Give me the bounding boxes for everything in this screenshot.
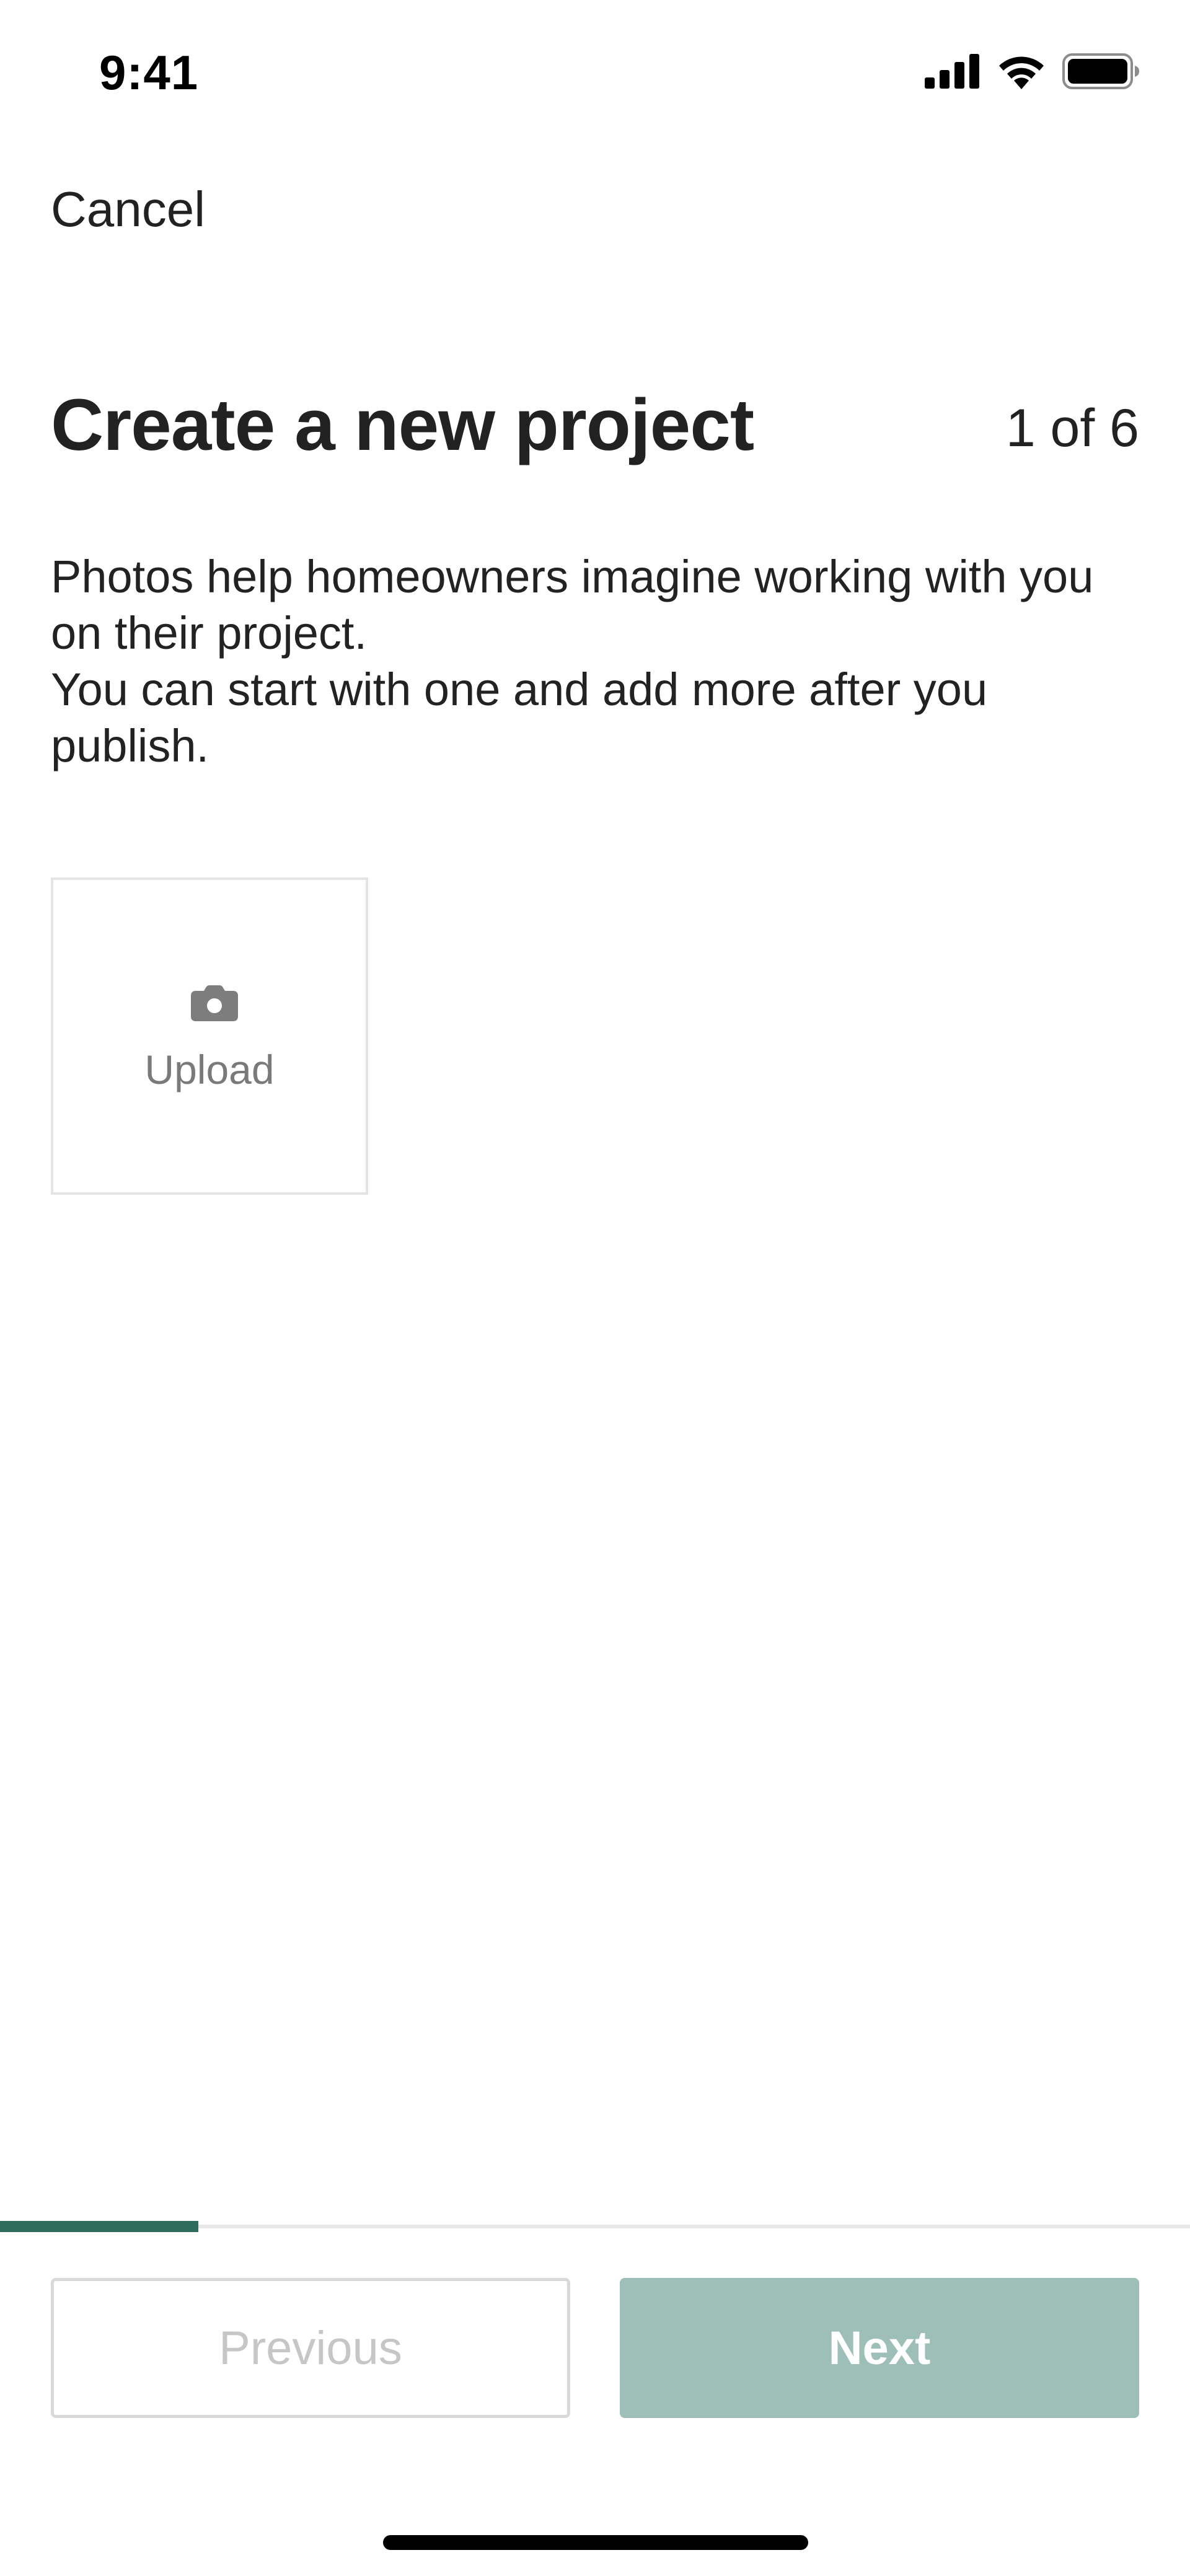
previous-button[interactable]: Previous <box>51 2278 570 2418</box>
wifi-icon <box>997 53 1046 89</box>
home-indicator <box>383 2535 808 2550</box>
next-button[interactable]: Next <box>620 2278 1139 2418</box>
description-line-2: You can start with one and add more afte… <box>51 664 988 771</box>
status-bar: 9:41 <box>0 0 1190 143</box>
progress-fill <box>0 2221 199 2232</box>
battery-icon <box>1062 53 1140 89</box>
description-line-1: Photos help homeowners imagine working w… <box>51 551 1094 659</box>
description: Photos help homeowners imagine working w… <box>51 548 1104 774</box>
upload-photo-button[interactable]: Upload <box>51 877 368 1195</box>
step-counter: 1 of 6 <box>1005 398 1139 458</box>
status-time: 9:41 <box>99 45 199 100</box>
camera-icon <box>191 985 238 1024</box>
cellular-signal-icon <box>925 54 981 89</box>
progress-bar <box>0 2221 1190 2232</box>
upload-label: Upload <box>144 1047 275 1092</box>
page-title: Create a new project <box>51 384 754 466</box>
status-icons <box>925 53 1140 89</box>
cancel-button[interactable]: Cancel <box>51 181 205 238</box>
